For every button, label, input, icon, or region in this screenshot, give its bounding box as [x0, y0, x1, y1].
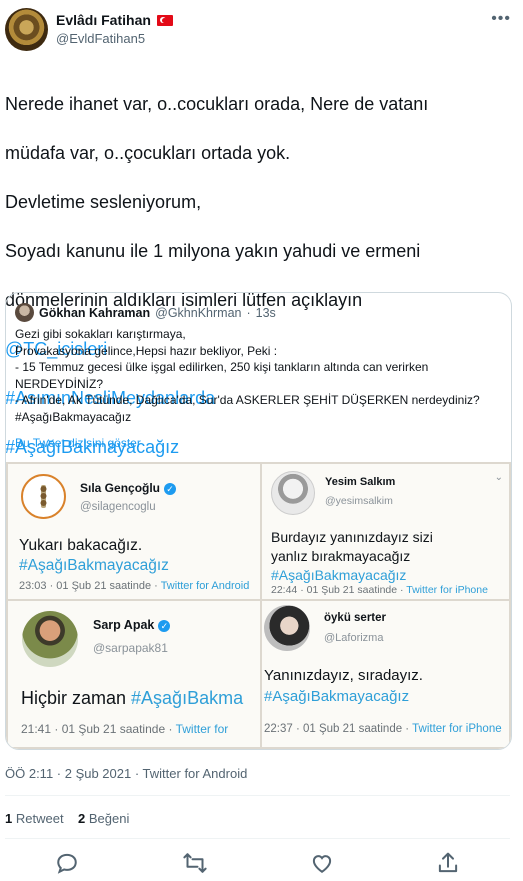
card-name-text: Sarp Apak [93, 618, 155, 632]
tweet-line: Devletime sesleniyorum, [5, 191, 202, 212]
card-text: Burdayız yanınızdayız sizi yanlız bırakm… [271, 528, 433, 585]
card-hashtag: #AşağıBakmayacağız [271, 567, 407, 583]
quote-header: Gökhan Kahraman @GkhnKhrman · 13s [15, 303, 276, 322]
reply-icon[interactable] [52, 848, 82, 878]
tweet-line: müdafa var, o..çocukları ortada yok. [5, 142, 291, 163]
author-avatar[interactable] [5, 8, 48, 51]
like-label[interactable]: Beğeni [89, 811, 129, 826]
chevron-down-icon[interactable]: ⌄ [495, 472, 503, 483]
retweet-count[interactable]: 1 [5, 811, 12, 826]
card-avatar [21, 474, 66, 519]
card-hashtag: #AşağıBakmayacağız [264, 688, 410, 705]
card-time: 22:44 · 01 Şub 21 saatinde · [271, 584, 407, 596]
retweet-icon[interactable] [180, 848, 210, 878]
flag-icon [156, 14, 173, 26]
verified-icon: ✓ [158, 619, 171, 632]
card-source: Twitter for iPhone [406, 584, 488, 596]
card-name-text: Sıla Gençoğlu [80, 481, 161, 495]
quote-author-name: Gökhan Kahraman [39, 305, 151, 320]
card-avatar [264, 605, 310, 651]
avatar-ornament-icon [40, 485, 47, 508]
card-avatar [22, 611, 78, 667]
card-source: Twitter for Android [160, 580, 250, 592]
card-text-line: yanlız bırakmayacağız [271, 548, 411, 564]
card-text-line: Yukarı bakacağız. [19, 537, 143, 554]
card-text-line: Burdayız yanınızdayız sizi [271, 529, 433, 545]
divider [5, 795, 510, 796]
quote-text: Gezi gibi sokakları karıştırmaya, Provak… [15, 326, 507, 425]
card-text: Yukarı bakacağız. #AşağıBakmayacağız [19, 536, 169, 576]
quote-line: NERDEYDİNİZ? [15, 376, 104, 391]
card-source: Twitter for iPhone [412, 723, 502, 735]
card-author-handle: @sarpapak81 [93, 641, 168, 655]
card-hashtag: #AşağıBakmayacağız [19, 557, 169, 574]
card-footer: 23:03 · 01 Şub 21 saatinde · Twitter for… [19, 580, 249, 592]
card-text-line: Yanınızdayız, sıradayız. [264, 667, 423, 684]
card-time: 21:41 · 01 Şub 21 saatinde · [21, 722, 176, 736]
quote-line: Provakasyona gelince,Hepsi hazır bekliyo… [15, 343, 278, 358]
quote-separator: · [246, 305, 251, 320]
more-icon[interactable]: ••• [491, 10, 511, 28]
card-author-name: öykü serter [324, 612, 387, 624]
like-icon[interactable] [307, 848, 337, 878]
embedded-tweet-card[interactable]: öykü serter @Laforizma Yanınızdayız, sır… [262, 601, 509, 747]
author-name-row: Evlâdı Fatihan [56, 12, 173, 28]
embedded-tweet-card[interactable]: Yesim Salkım @yesimsalkim ⌄ Burdayız yan… [262, 464, 509, 599]
card-author-name: Sıla Gençoğlu ✓ [80, 481, 177, 495]
author-display-name[interactable]: Evlâdı Fatihan [56, 12, 151, 28]
like-count[interactable]: 2 [78, 811, 85, 826]
quote-avatar [15, 303, 34, 322]
embedded-tweet-card[interactable]: Sıla Gençoğlu ✓ @silagencoglu Yukarı baka… [8, 464, 260, 599]
quoted-tweet[interactable]: Gökhan Kahraman @GkhnKhrman · 13s Gezi g… [5, 292, 512, 750]
action-bar [0, 848, 523, 878]
quote-line: - Afrin'de, Ak Tütünde, Dağlıca'da, Sur'… [15, 393, 480, 407]
divider [5, 838, 510, 839]
card-author-name: Yesim Salkım [325, 476, 396, 488]
tweet-stats: 1 Retweet 2 Beğeni [5, 811, 129, 826]
card-footer: 21:41 · 01 Şub 21 saatinde · Twitter for [21, 722, 228, 736]
retweet-label[interactable]: Retweet [16, 811, 64, 826]
card-text-line: Hiçbir zaman [21, 688, 132, 708]
quote-line: #AşağıBakmayacağız [15, 409, 132, 424]
card-author-handle: @Laforizma [324, 632, 384, 644]
card-footer: 22:44 · 01 Şub 21 saatinde · Twitter for… [271, 584, 488, 596]
quote-author-handle: @GkhnKhrman [155, 305, 242, 320]
card-source: Twitter for [175, 722, 229, 736]
quote-line: Gezi gibi sokakları karıştırmaya, [15, 327, 186, 341]
verified-icon: ✓ [164, 482, 177, 495]
card-avatar [271, 471, 315, 515]
show-thread-link[interactable]: Bu Tweet dizisini göster [15, 436, 141, 450]
card-text: Hiçbir zaman #AşağıBakma [21, 687, 243, 709]
embedded-tweet-card[interactable]: Sarp Apak ✓ @sarpapak81 Hiçbir zaman #Aşa… [8, 601, 260, 747]
quote-time: 13s [255, 305, 276, 320]
author-handle[interactable]: @EvldFatihan5 [56, 31, 145, 46]
card-time: 22:37 · 01 Şub 21 saatinde · [264, 723, 413, 735]
share-icon[interactable] [433, 848, 463, 878]
card-author-name: Sarp Apak ✓ [93, 618, 171, 632]
quote-line: - 15 Temmuz gecesi ülke işgal edilirken,… [15, 360, 429, 374]
tweet-timestamp[interactable]: ÖÖ 2:11 · 2 Şub 2021 · Twitter for Andro… [5, 766, 247, 781]
quote-media-grid: Sıla Gençoğlu ✓ @silagencoglu Yukarı baka… [6, 462, 511, 749]
card-time: 23:03 · 01 Şub 21 saatinde · [19, 580, 161, 592]
card-author-handle: @yesimsalkim [325, 495, 393, 507]
card-footer: 22:37 · 01 Şub 21 saatinde · Twitter for… [264, 723, 502, 735]
card-author-handle: @silagencoglu [80, 501, 156, 513]
card-text: Yanınızdayız, sıradayız. #AşağıBakmayaca… [264, 665, 423, 707]
tweet-line: Soyadı kanunu ile 1 milyona yakın yahudi… [5, 240, 421, 261]
tweet-header: Evlâdı Fatihan @EvldFatihan5 ••• [0, 0, 523, 60]
card-hashtag: #AşağıBakma [131, 688, 244, 708]
tweet-line: Nerede ihanet var, o..cocukları orada, N… [5, 93, 429, 114]
